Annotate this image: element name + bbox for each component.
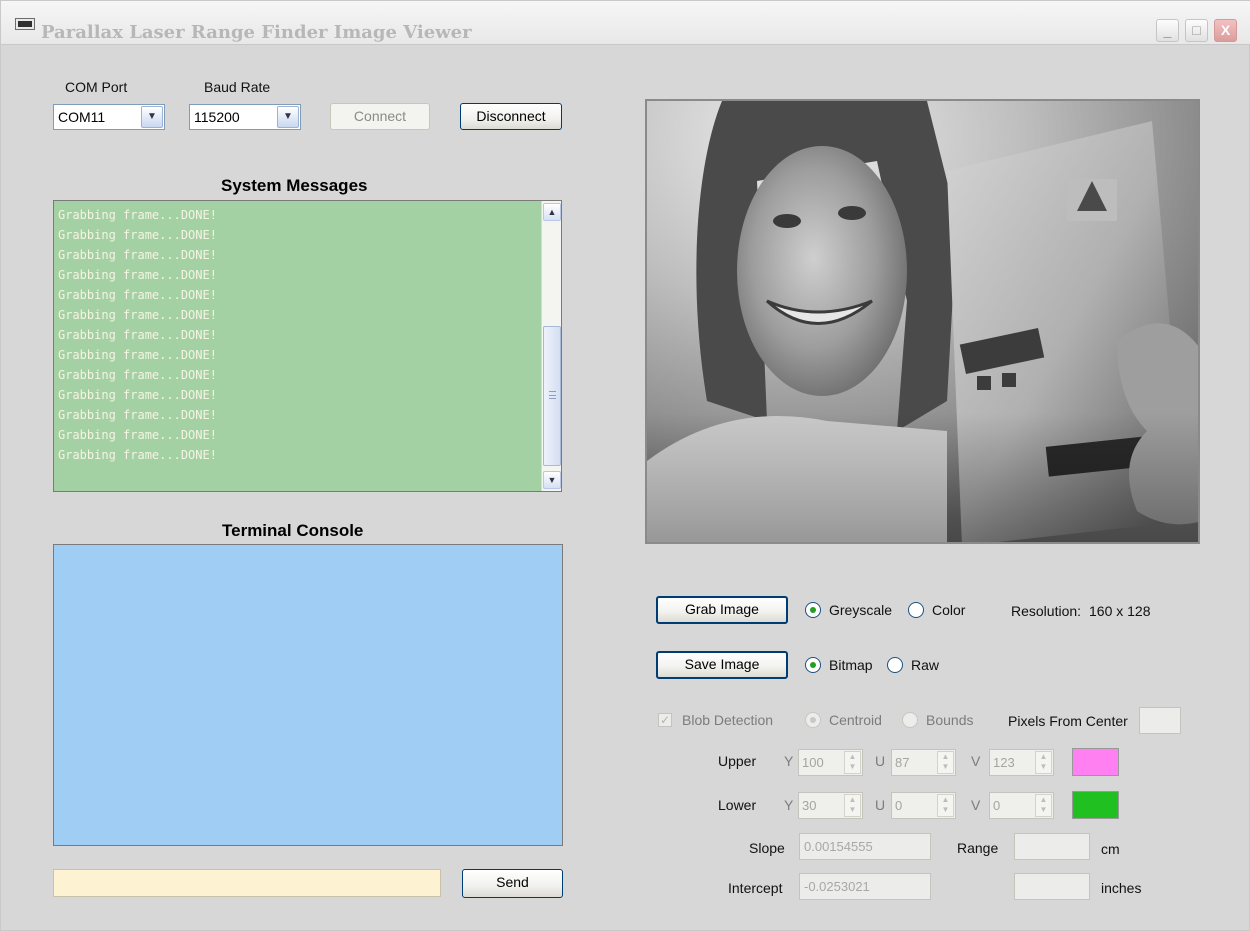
upper-y-label: Y xyxy=(784,753,794,769)
centroid-label: Centroid xyxy=(829,712,882,728)
upper-label: Upper xyxy=(718,753,757,769)
system-message-line: Grabbing frame...DONE! xyxy=(58,368,217,382)
greyscale-radio[interactable] xyxy=(805,602,821,618)
bitmap-label: Bitmap xyxy=(829,657,873,673)
upper-color-swatch[interactable] xyxy=(1072,748,1119,776)
system-messages-list: Grabbing frame...DONE! Grabbing frame...D… xyxy=(58,205,217,465)
camera-image-canvas xyxy=(647,101,1198,542)
slope-label: Slope xyxy=(749,840,785,856)
disconnect-button[interactable]: Disconnect xyxy=(460,103,562,130)
slope-field[interactable]: 0.00154555 xyxy=(799,833,931,860)
pixels-from-center-field[interactable] xyxy=(1139,707,1181,734)
spin-arrows-icon[interactable]: ▲ ▼ xyxy=(1035,794,1052,817)
maximize-button[interactable]: □ xyxy=(1185,19,1208,42)
system-message-line: Grabbing frame...DONE! xyxy=(58,308,217,322)
intercept-field[interactable]: -0.0253021 xyxy=(799,873,931,900)
scroll-down-icon[interactable]: ▼ xyxy=(543,471,561,489)
system-message-line: Grabbing frame...DONE! xyxy=(58,228,217,242)
resolution-label: Resolution: xyxy=(1011,603,1082,619)
system-message-line: Grabbing frame...DONE! xyxy=(58,288,217,302)
centroid-radio[interactable] xyxy=(805,712,821,728)
lower-v-label: V xyxy=(971,797,981,813)
system-message-line: Grabbing frame...DONE! xyxy=(58,268,217,282)
system-message-line: Grabbing frame...DONE! xyxy=(58,348,217,362)
spin-arrows-icon[interactable]: ▲ ▼ xyxy=(937,794,954,817)
lower-y-label: Y xyxy=(784,797,794,813)
bounds-label: Bounds xyxy=(926,712,974,728)
range-cm-field[interactable] xyxy=(1014,833,1090,860)
blob-detection-label: Blob Detection xyxy=(682,712,774,728)
pixels-from-center-label: Pixels From Center xyxy=(1008,713,1128,729)
grab-image-button[interactable]: Grab Image xyxy=(656,596,788,624)
baud-rate-select[interactable]: 115200 ▼ xyxy=(189,104,301,130)
terminal-console-title: Terminal Console xyxy=(222,521,364,540)
baud-rate-value: 115200 xyxy=(194,109,240,125)
chevron-down-icon[interactable]: ▼ xyxy=(277,106,299,128)
cm-unit-label: cm xyxy=(1101,841,1120,857)
raw-radio[interactable] xyxy=(887,657,903,673)
baud-rate-label: Baud Rate xyxy=(204,79,271,95)
upper-u-stepper[interactable]: 87 ▲ ▼ xyxy=(891,749,956,776)
intercept-label: Intercept xyxy=(728,880,783,896)
range-label: Range xyxy=(957,840,999,856)
inches-unit-label: inches xyxy=(1101,880,1142,896)
system-message-line: Grabbing frame...DONE! xyxy=(58,328,217,342)
greyscale-label: Greyscale xyxy=(829,602,893,618)
camera-image xyxy=(645,99,1200,544)
lower-color-swatch[interactable] xyxy=(1072,791,1119,819)
lower-label: Lower xyxy=(718,797,757,813)
send-button[interactable]: Send xyxy=(462,869,563,898)
title-bar: Parallax Laser Range Finder Image Viewer… xyxy=(1,1,1250,45)
minimize-button[interactable]: _ xyxy=(1156,19,1179,42)
bitmap-radio[interactable] xyxy=(805,657,821,673)
system-message-line: Grabbing frame...DONE! xyxy=(58,448,217,462)
upper-y-stepper[interactable]: 100 ▲ ▼ xyxy=(798,749,863,776)
system-message-line: Grabbing frame...DONE! xyxy=(58,208,217,222)
com-port-select[interactable]: COM11 ▼ xyxy=(53,104,165,130)
spin-arrows-icon[interactable]: ▲ ▼ xyxy=(937,751,954,774)
terminal-input[interactable] xyxy=(53,869,441,897)
system-messages-title: System Messages xyxy=(221,176,368,195)
system-message-line: Grabbing frame...DONE! xyxy=(58,428,217,442)
upper-u-label: U xyxy=(875,753,886,769)
lower-v-stepper[interactable]: 0 ▲ ▼ xyxy=(989,792,1054,819)
system-message-line: Grabbing frame...DONE! xyxy=(58,248,217,262)
system-message-line: Grabbing frame...DONE! xyxy=(58,408,217,422)
scroll-up-icon[interactable]: ▲ xyxy=(543,203,561,221)
range-inches-field[interactable] xyxy=(1014,873,1090,900)
chevron-down-icon[interactable]: ▼ xyxy=(141,106,163,128)
upper-v-label: V xyxy=(971,753,981,769)
app-icon xyxy=(15,18,35,30)
system-messages-scrollbar[interactable]: ▲ ▼ xyxy=(541,201,561,491)
com-port-value: COM11 xyxy=(58,109,106,125)
connect-button[interactable]: Connect xyxy=(330,103,430,130)
spin-arrows-icon[interactable]: ▲ ▼ xyxy=(844,794,861,817)
color-label: Color xyxy=(932,602,966,618)
lower-y-stepper[interactable]: 30 ▲ ▼ xyxy=(798,792,863,819)
bounds-radio[interactable] xyxy=(902,712,918,728)
color-radio[interactable] xyxy=(908,602,924,618)
app-window: Parallax Laser Range Finder Image Viewer… xyxy=(0,0,1250,931)
raw-label: Raw xyxy=(911,657,940,673)
window-title: Parallax Laser Range Finder Image Viewer xyxy=(41,22,472,43)
system-messages-box[interactable]: Grabbing frame...DONE! Grabbing frame...D… xyxy=(53,200,562,492)
save-image-button[interactable]: Save Image xyxy=(656,651,788,679)
spin-arrows-icon[interactable]: ▲ ▼ xyxy=(844,751,861,774)
system-message-line: Grabbing frame...DONE! xyxy=(58,388,217,402)
close-button[interactable]: X xyxy=(1214,19,1237,42)
upper-v-stepper[interactable]: 123 ▲ ▼ xyxy=(989,749,1054,776)
com-port-label: COM Port xyxy=(65,79,128,95)
terminal-console-box[interactable] xyxy=(53,544,563,846)
lower-u-stepper[interactable]: 0 ▲ ▼ xyxy=(891,792,956,819)
scroll-thumb[interactable] xyxy=(543,326,561,466)
spin-arrows-icon[interactable]: ▲ ▼ xyxy=(1035,751,1052,774)
blob-detection-checkbox[interactable]: ✓ xyxy=(658,713,672,727)
resolution-value: 160 x 128 xyxy=(1089,603,1151,619)
lower-u-label: U xyxy=(875,797,886,813)
